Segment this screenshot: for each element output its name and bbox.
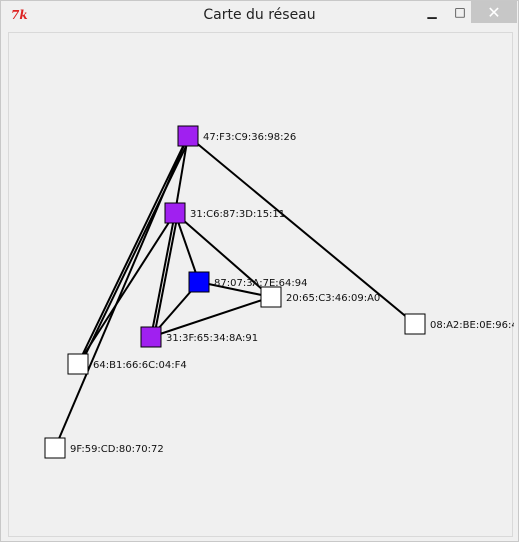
edges-layer xyxy=(54,135,416,449)
node-square[interactable] xyxy=(44,437,66,459)
node-label: 08:A2:BE:0E:96:4 xyxy=(430,320,514,331)
node-square[interactable] xyxy=(260,286,282,308)
node-square[interactable] xyxy=(67,353,89,375)
node-label: 20:65:C3:46:09:A0 xyxy=(286,293,380,304)
network-graph: 47:F3:C9:36:98:26 31:C6:87:3D:15:11 87:07:… xyxy=(44,125,514,459)
node-label: 47:F3:C9:36:98:26 xyxy=(203,132,296,143)
network-node[interactable]: 87:07:3A:7E:64:94 xyxy=(188,271,307,293)
close-button[interactable]: ✕ xyxy=(471,1,517,23)
node-square[interactable] xyxy=(188,271,210,293)
edge-n1-n8 xyxy=(54,135,189,449)
network-node[interactable]: 64:B1:66:6C:04:F4 xyxy=(67,353,187,375)
node-label: 31:C6:87:3D:15:11 xyxy=(190,209,285,220)
node-square[interactable] xyxy=(140,326,162,348)
network-node[interactable]: 31:C6:87:3D:15:11 xyxy=(164,202,285,224)
node-label: 9F:59:CD:80:70:72 xyxy=(70,444,164,455)
app-window: 7k Carte du réseau ▁ □ ✕ 47:F3:C9:36:98:… xyxy=(0,0,519,542)
title-bar[interactable]: 7k Carte du réseau ▁ □ ✕ xyxy=(1,1,518,31)
network-node[interactable]: 20:65:C3:46:09:A0 xyxy=(260,286,380,308)
node-square[interactable] xyxy=(177,125,199,147)
node-label: 64:B1:66:6C:04:F4 xyxy=(93,360,187,371)
node-square[interactable] xyxy=(164,202,186,224)
network-node[interactable]: 08:A2:BE:0E:96:4 xyxy=(404,313,514,335)
network-node[interactable]: 31:3F:65:34:8A:91 xyxy=(140,326,258,348)
network-node[interactable]: 47:F3:C9:36:98:26 xyxy=(177,125,296,147)
node-square[interactable] xyxy=(404,313,426,335)
network-map-canvas[interactable]: 47:F3:C9:36:98:26 31:C6:87:3D:15:11 87:07:… xyxy=(8,32,514,537)
node-label: 31:3F:65:34:8A:91 xyxy=(166,333,258,344)
network-node[interactable]: 9F:59:CD:80:70:72 xyxy=(44,437,164,459)
